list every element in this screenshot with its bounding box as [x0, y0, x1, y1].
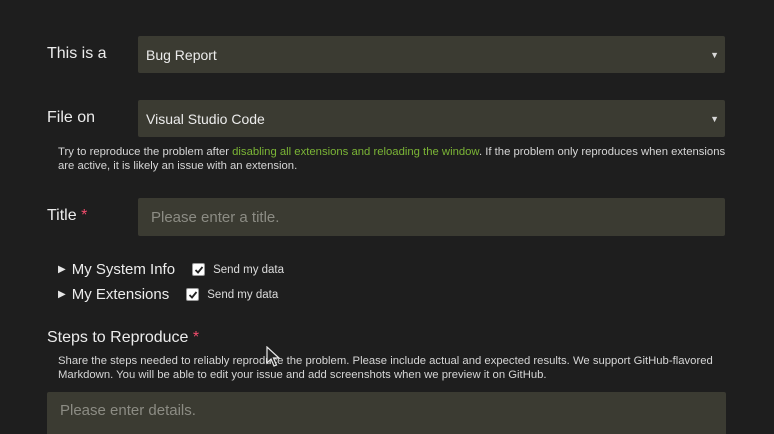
system-info-checkbox-label[interactable]: Send my data — [213, 264, 284, 276]
mouse-pointer-icon — [266, 346, 280, 367]
steps-label: Steps to Reproduce * — [47, 329, 199, 347]
expand-triangle-icon[interactable]: ▶ — [58, 289, 66, 300]
issue-type-label: This is a — [47, 45, 107, 62]
expand-triangle-icon[interactable]: ▶ — [58, 264, 66, 275]
extensions-toggle[interactable]: My Extensions — [72, 286, 170, 303]
steps-textarea[interactable]: Please enter details. — [47, 392, 726, 434]
system-info-row: ▶ My System Info Send my data — [58, 261, 284, 278]
system-info-toggle[interactable]: My System Info — [72, 261, 175, 278]
title-label-text: Title — [47, 207, 77, 224]
checkmark-icon — [189, 291, 198, 299]
title-input[interactable] — [138, 198, 725, 236]
required-mark: * — [192, 329, 200, 346]
chevron-down-icon: ▼ — [710, 49, 719, 60]
checkmark-icon — [194, 266, 204, 274]
issue-type-value: Bug Report — [146, 46, 217, 63]
title-label: Title * — [47, 207, 87, 225]
file-on-value: Visual Studio Code — [146, 110, 265, 127]
extensions-checkbox-label[interactable]: Send my data — [207, 289, 278, 301]
disable-extensions-link[interactable]: disabling all extensions and reloading t… — [232, 146, 479, 158]
system-info-checkbox[interactable] — [192, 263, 206, 276]
chevron-down-icon: ▼ — [710, 113, 719, 124]
steps-label-text: Steps to Reproduce — [47, 329, 189, 346]
extensions-row: ▶ My Extensions Send my data — [58, 286, 278, 303]
required-mark: * — [81, 207, 88, 224]
issue-type-select[interactable]: Bug Report ▼ — [138, 36, 725, 73]
file-on-help: Try to reproduce the problem after disab… — [58, 145, 728, 173]
steps-help: Share the steps needed to reliably repro… — [58, 355, 713, 381]
file-on-select[interactable]: Visual Studio Code ▼ — [138, 100, 725, 137]
extensions-checkbox[interactable] — [186, 288, 200, 301]
file-on-label: File on — [47, 109, 96, 126]
issue-reporter-form: This is a Bug Report ▼ File on Visual St… — [0, 0, 774, 434]
file-on-help-before: Try to reproduce the problem after — [58, 146, 233, 158]
